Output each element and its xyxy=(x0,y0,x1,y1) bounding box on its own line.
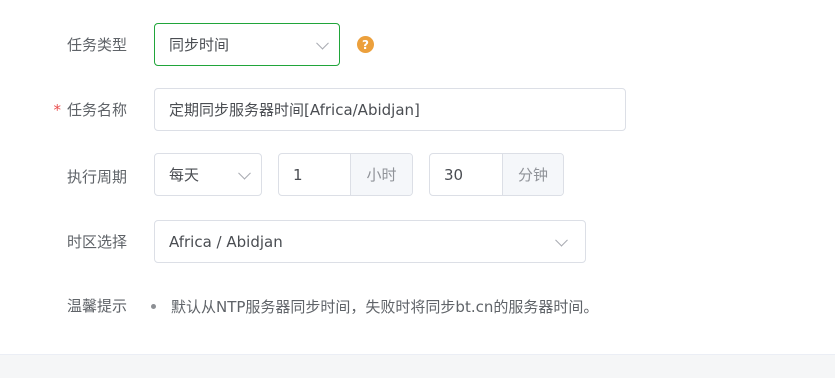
frequency-value: 每天 xyxy=(169,166,200,184)
hour-value: 1 xyxy=(293,165,303,184)
question-icon[interactable]: ? xyxy=(357,36,374,53)
tip-item: 默认从NTP服务器同步时间，失败时将同步bt.cn的服务器时间。 xyxy=(151,295,598,317)
minute-value: 30 xyxy=(444,165,464,184)
minute-unit: 分钟 xyxy=(502,154,563,195)
hour-unit: 小时 xyxy=(350,154,412,195)
chevron-down-icon xyxy=(238,166,251,180)
required-mark: * xyxy=(53,101,61,119)
task-name-label: * 任务名称 xyxy=(0,100,127,120)
tip-text: 默认从NTP服务器同步时间，失败时将同步bt.cn的服务器时间。 xyxy=(171,297,599,316)
task-form: 任务类型 同步时间 ? * 任务名称 定期同步服务器时间[Africa/Abidj… xyxy=(0,0,835,354)
bullet-icon xyxy=(151,303,156,309)
period-label: 执行周期 xyxy=(66,168,127,186)
timezone-select[interactable]: Africa / Abidjan xyxy=(154,220,586,263)
minute-input[interactable]: 30 分钟 xyxy=(429,153,564,196)
task-name-label-text: 任务名称 xyxy=(66,101,127,119)
tip-label: 温馨提示 xyxy=(66,297,127,315)
task-name-input[interactable]: 定期同步服务器时间[Africa/Abidjan] xyxy=(154,88,626,131)
timezone-value: Africa / Abidjan xyxy=(169,232,283,251)
task-name-value: 定期同步服务器时间[Africa/Abidjan] xyxy=(169,101,420,119)
task-type-label: 任务类型 xyxy=(66,36,127,54)
task-type-value: 同步时间 xyxy=(169,36,230,54)
chevron-down-icon xyxy=(316,36,329,50)
task-type-select[interactable]: 同步时间 xyxy=(154,23,340,66)
timezone-label: 时区选择 xyxy=(66,233,127,251)
footer-bar xyxy=(0,354,835,378)
hour-input[interactable]: 1 小时 xyxy=(278,153,413,196)
chevron-down-icon xyxy=(555,233,568,247)
frequency-select[interactable]: 每天 xyxy=(154,153,262,196)
